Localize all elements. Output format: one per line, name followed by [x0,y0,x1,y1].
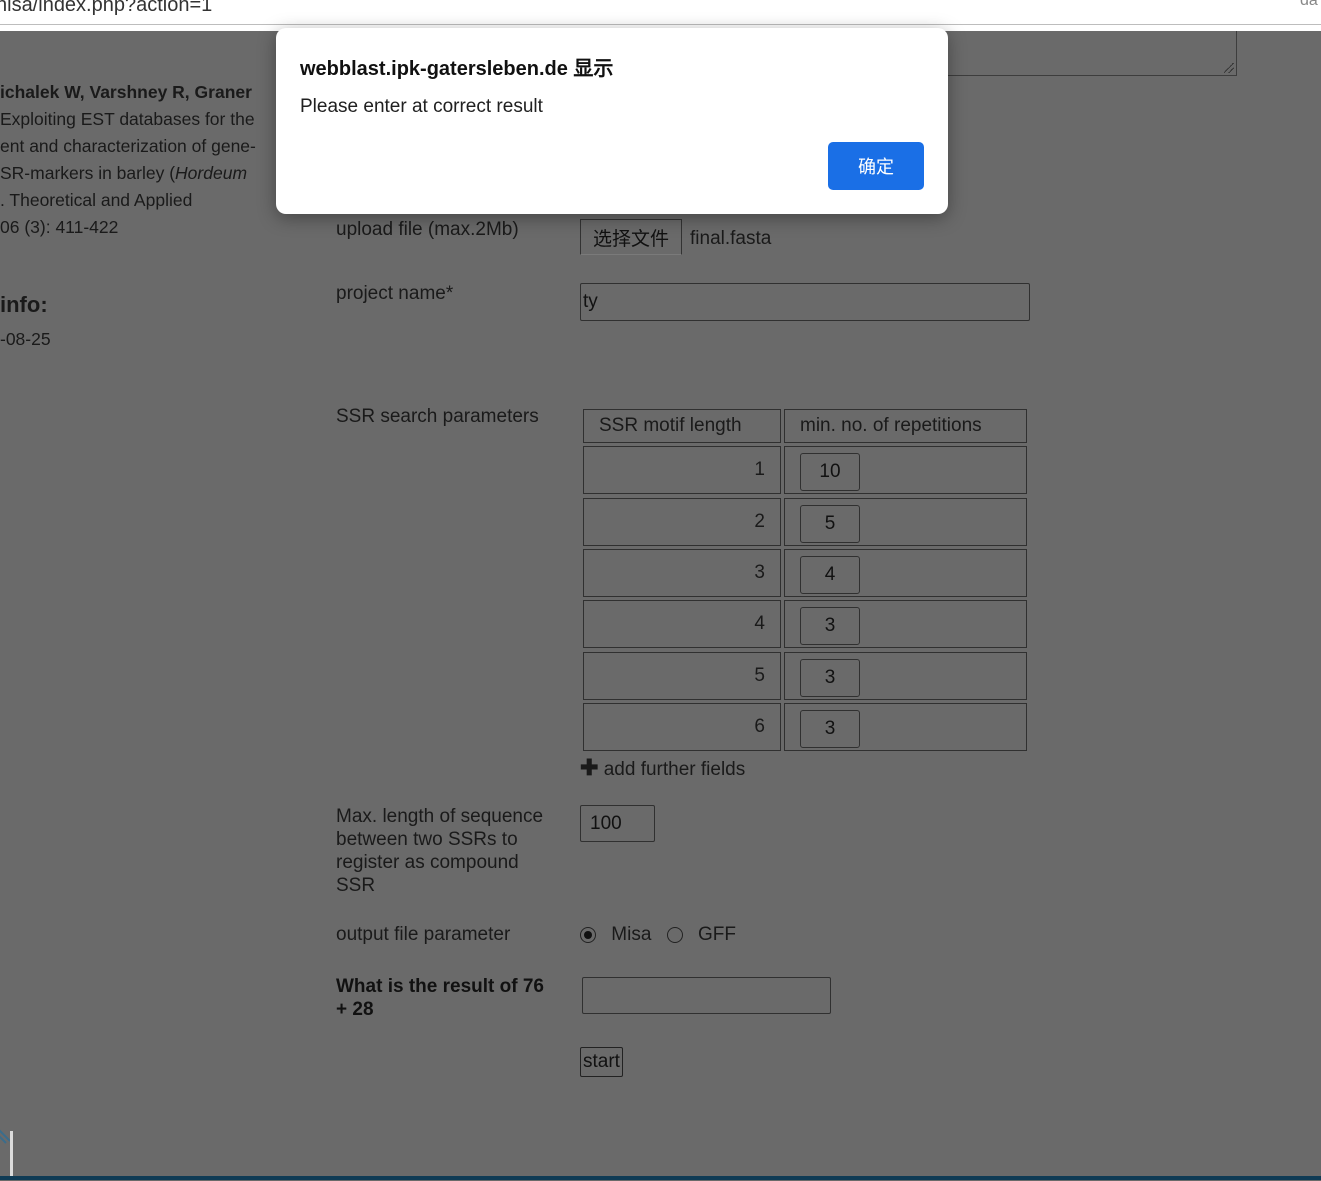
edge-strip [10,1131,13,1176]
radio-gff[interactable] [666,926,683,943]
repetition-cell: 5 [784,498,1027,546]
alert-dialog: webblast.ipk-gatersleben.de 显示 Please en… [276,28,948,214]
ssr-params-label: SSR search parameters [336,406,539,427]
motif-cell: 4 [583,600,781,648]
motif-cell: 2 [583,498,781,546]
dialog-title: webblast.ipk-gatersleben.de 显示 [300,58,614,80]
bottom-bar [0,1176,1321,1180]
species-name: Hordeum [175,163,248,183]
output-format-group: Misa GFF [580,924,736,946]
reference-line-3: ent and characterization of gene- [0,136,256,156]
reference-line-1: ichalek W, Varshney R, Graner [0,82,252,102]
info-heading: info: [0,292,48,317]
radio-misa-label: Misa [611,924,652,945]
captcha-input[interactable] [582,977,831,1014]
header-min-repetitions: min. no. of repetitions [784,409,1027,443]
project-name-input[interactable] [580,283,1030,321]
max-length-input[interactable] [580,805,655,842]
toolbar-corner-text: da [1300,0,1318,9]
resize-grip-icon[interactable] [1224,63,1234,73]
add-further-fields-link[interactable]: ✚ add further fields [580,755,745,781]
header-motif-length: SSR motif length [583,409,781,443]
add-fields-label: add further fields [603,759,746,780]
repetition-cell: 3 [784,652,1027,700]
file-name: final.fasta [690,228,772,249]
info-date: -08-25 [0,329,51,349]
radio-gff-label: GFF [697,924,736,945]
repetition-input[interactable]: 3 [800,710,860,748]
repetition-input[interactable]: 10 [800,453,860,491]
choose-file-button[interactable]: 选择文件 [580,219,682,255]
plus-icon: ✚ [580,755,599,780]
reference-line-4: SR-markers in barley (Hordeum [0,163,248,183]
sequence-textarea[interactable] [945,31,1237,76]
repetition-cell: 3 [784,703,1027,751]
repetition-cell: 4 [784,549,1027,597]
reference-line-6: 06 (3): 411-422 [0,217,119,237]
motif-cell: 6 [583,703,781,751]
start-button[interactable]: start [580,1047,623,1077]
reference-line-5: . Theoretical and Applied [0,190,193,210]
dialog-message: Please enter at correct result [300,96,543,117]
address-bar[interactable]: nisa/index.php?action=1 da [0,0,1321,25]
repetition-input[interactable]: 3 [800,659,860,697]
project-name-label: project name* [336,283,454,304]
motif-cell: 5 [583,652,781,700]
reference-line-2: Exploiting EST databases for the [0,109,255,129]
upload-label: upload file (max.2Mb) [336,219,519,240]
output-file-label: output file parameter [336,924,511,945]
motif-cell: 3 [583,549,781,597]
dialog-ok-button[interactable]: 确定 [828,142,924,190]
radio-misa[interactable] [580,926,596,943]
repetition-cell: 3 [784,600,1027,648]
captcha-question: What is the result of 76 + 28 [336,976,544,1020]
motif-cell: 1 [583,446,781,494]
max-length-label: Max. length of sequence between two SSRs… [336,806,544,896]
repetition-input[interactable]: 3 [800,607,860,645]
repetition-cell: 10 [784,446,1027,494]
repetition-input[interactable]: 4 [800,556,860,594]
url-text[interactable]: nisa/index.php?action=1 [0,0,212,17]
repetition-input[interactable]: 5 [800,505,860,543]
